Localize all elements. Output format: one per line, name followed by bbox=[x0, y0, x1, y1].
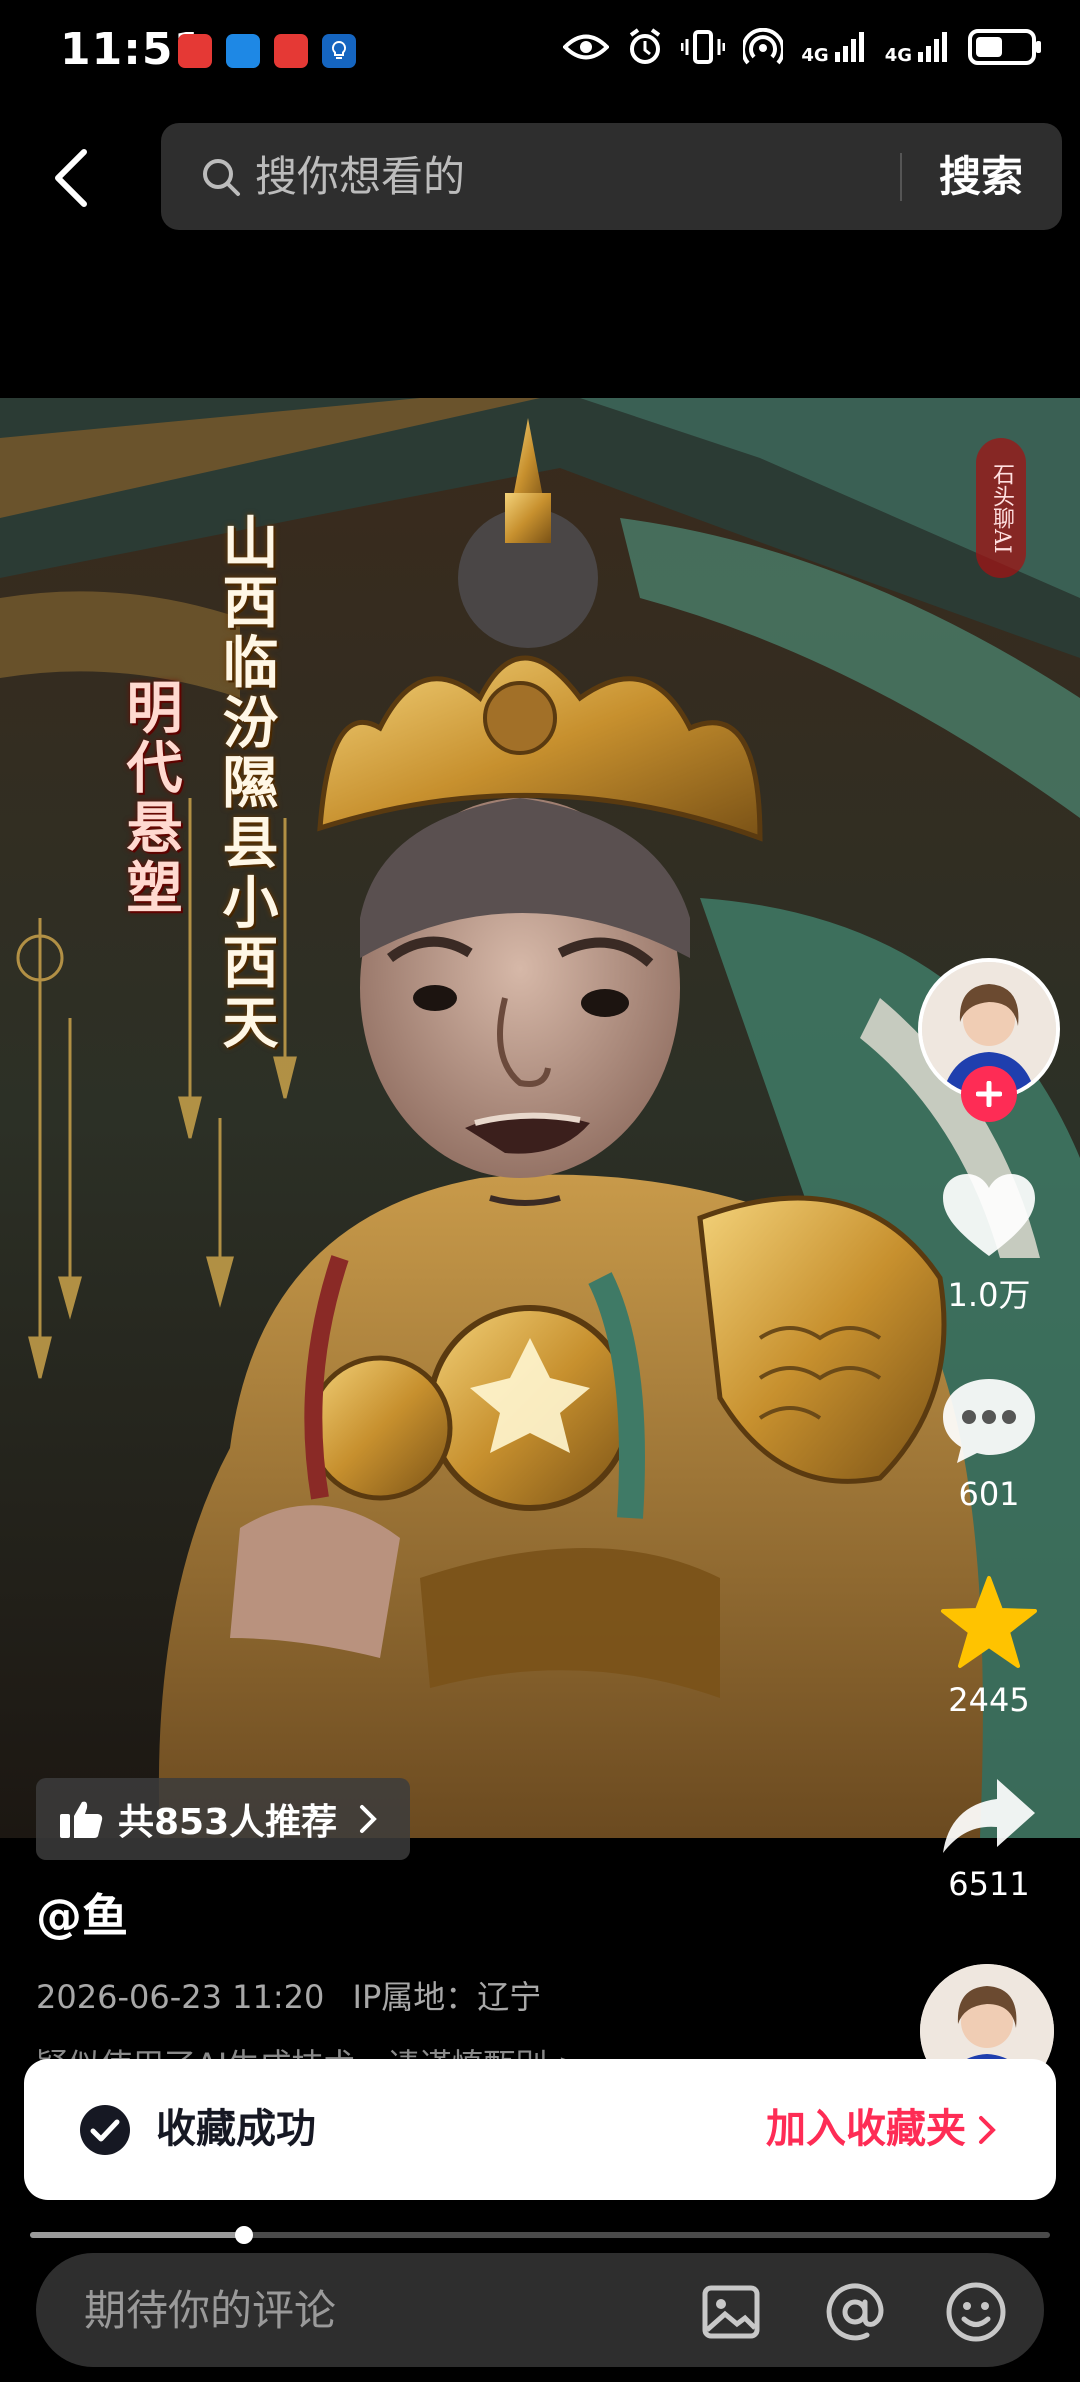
comment-action[interactable]: 601 bbox=[919, 1375, 1059, 1513]
chevron-right-icon bbox=[360, 1805, 377, 1833]
share-count: 6511 bbox=[948, 1865, 1030, 1903]
thumbs-up-icon bbox=[60, 1801, 103, 1838]
emoji-icon[interactable] bbox=[944, 2280, 1008, 2344]
comment-bubble-icon bbox=[943, 1379, 1035, 1463]
signal-icon bbox=[834, 32, 864, 62]
comment-bar[interactable] bbox=[36, 2253, 1044, 2367]
video-overlay-location: 山西临汾隰县小西天 bbox=[213, 513, 279, 1053]
heart-icon bbox=[943, 1174, 1035, 1256]
plus-icon bbox=[976, 1081, 1002, 1107]
like-action[interactable]: 1.0万 bbox=[919, 1170, 1059, 1316]
video-player[interactable]: 石头聊AI 山西临汾隰县小西天 明代悬塑 bbox=[0, 398, 1080, 1838]
ip-location: IP属地：辽宁 bbox=[352, 1978, 542, 2016]
eye-icon bbox=[563, 34, 610, 60]
comment-input[interactable] bbox=[84, 2253, 684, 2367]
app-notification-icon bbox=[178, 34, 212, 68]
status-bar: 11:51 4G 4G bbox=[0, 0, 1080, 105]
comment-count: 601 bbox=[958, 1475, 1020, 1513]
battery-icon bbox=[968, 29, 1041, 65]
recommend-pill[interactable]: 共853人推荐 bbox=[36, 1778, 410, 1860]
post-datetime: 2026-06-23 11:20 bbox=[36, 1978, 325, 2016]
chevron-left-icon bbox=[55, 149, 87, 207]
search-icon bbox=[203, 159, 240, 196]
add-to-collection-label: 加入收藏夹 bbox=[766, 2106, 966, 2152]
follow-button[interactable] bbox=[961, 1066, 1017, 1122]
app-notification-icon bbox=[226, 34, 260, 68]
add-to-collection-button[interactable]: 加入收藏夹 bbox=[766, 2059, 996, 2200]
app-notification-icon bbox=[274, 34, 308, 68]
progress-handle[interactable] bbox=[235, 2226, 254, 2244]
vibrate-icon bbox=[681, 30, 726, 64]
lightbulb-icon bbox=[322, 34, 356, 68]
network-type-label: 4G bbox=[801, 45, 829, 66]
hotspot-icon bbox=[743, 28, 784, 65]
recommend-label: 共853人推荐 bbox=[118, 1802, 338, 1843]
image-icon[interactable] bbox=[699, 2280, 763, 2344]
search-button[interactable]: 搜索 bbox=[939, 123, 1023, 230]
toast-message: 收藏成功 bbox=[156, 2106, 316, 2152]
alarm-icon bbox=[630, 28, 661, 64]
like-count: 1.0万 bbox=[947, 1276, 1031, 1314]
video-progress-bar[interactable] bbox=[30, 2226, 1050, 2244]
favorite-success-toast: 收藏成功 加入收藏夹 bbox=[24, 2059, 1056, 2200]
search-bar[interactable]: 搜索 bbox=[161, 123, 1062, 230]
notification-icons bbox=[178, 34, 356, 68]
progress-fill bbox=[30, 2232, 245, 2238]
post-meta: 2026-06-23 11:20 IP属地：辽宁 bbox=[36, 1972, 541, 2018]
share-action[interactable]: 6511 bbox=[919, 1775, 1059, 1903]
network-type-label: 4G bbox=[884, 45, 912, 66]
favorite-action[interactable]: 2445 bbox=[919, 1575, 1059, 1719]
check-circle-icon bbox=[80, 2105, 130, 2155]
share-arrow-icon bbox=[943, 1779, 1035, 1853]
video-overlay-dynasty: 明代悬塑 bbox=[117, 678, 183, 918]
watermark-text: 石头聊AI bbox=[976, 438, 1026, 578]
search-divider bbox=[900, 153, 902, 201]
system-status-icons: 4G 4G bbox=[563, 28, 1042, 66]
star-icon bbox=[941, 1576, 1037, 1668]
mention-icon[interactable] bbox=[823, 2280, 887, 2344]
back-button[interactable] bbox=[52, 148, 104, 208]
favorite-count: 2445 bbox=[948, 1681, 1030, 1719]
chevron-right-icon bbox=[979, 2115, 996, 2144]
video-frame-statue bbox=[0, 398, 1080, 1838]
search-input[interactable] bbox=[255, 123, 855, 230]
author-name[interactable]: @鱼 bbox=[36, 1880, 128, 1946]
signal-icon bbox=[918, 32, 947, 62]
